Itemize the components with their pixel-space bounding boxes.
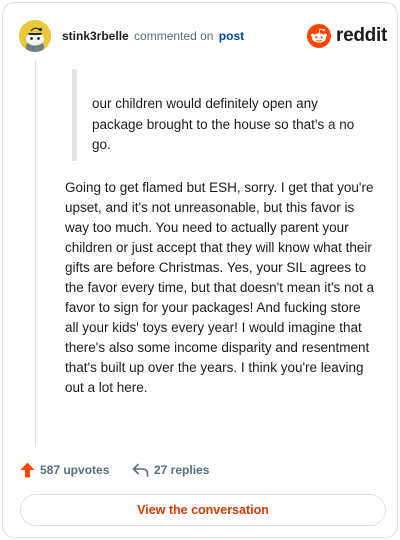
reply-count: 27 replies (154, 463, 210, 477)
comment-meta: stink3rbelle commented on post (62, 29, 244, 43)
quote-bar (72, 69, 77, 161)
snoo-avatar-icon (19, 20, 51, 52)
post-link[interactable]: post (219, 29, 244, 43)
upvote-button[interactable]: 587 upvotes (20, 460, 109, 480)
reddit-wordmark: reddit (336, 25, 387, 46)
commented-on-text: commented on (134, 29, 214, 43)
comment-actions: 587 upvotes 27 replies (20, 460, 320, 480)
reddit-logo[interactable]: reddit (307, 23, 387, 49)
comment-body: Going to get flamed but ESH, sorry. I ge… (65, 180, 375, 395)
username[interactable]: stink3rbelle (62, 29, 129, 43)
embedded-comment-card: stink3rbelle commented on post reddit ou… (2, 2, 398, 538)
blockquote: our children would definitely open any p… (72, 69, 372, 161)
comment-header: stink3rbelle commented on post reddit (19, 20, 387, 54)
replies-button[interactable]: 27 replies (132, 460, 209, 480)
reply-arrow-icon (132, 463, 149, 477)
upvote-count: 587 upvotes (40, 463, 110, 477)
quote-text: our children would definitely open any p… (92, 96, 355, 152)
reddit-snoo-icon (307, 24, 332, 48)
upvote-arrow-icon (20, 462, 35, 478)
view-conversation-button[interactable]: View the conversation (20, 494, 386, 526)
thread-line[interactable] (35, 61, 36, 447)
user-avatar[interactable] (19, 20, 51, 52)
